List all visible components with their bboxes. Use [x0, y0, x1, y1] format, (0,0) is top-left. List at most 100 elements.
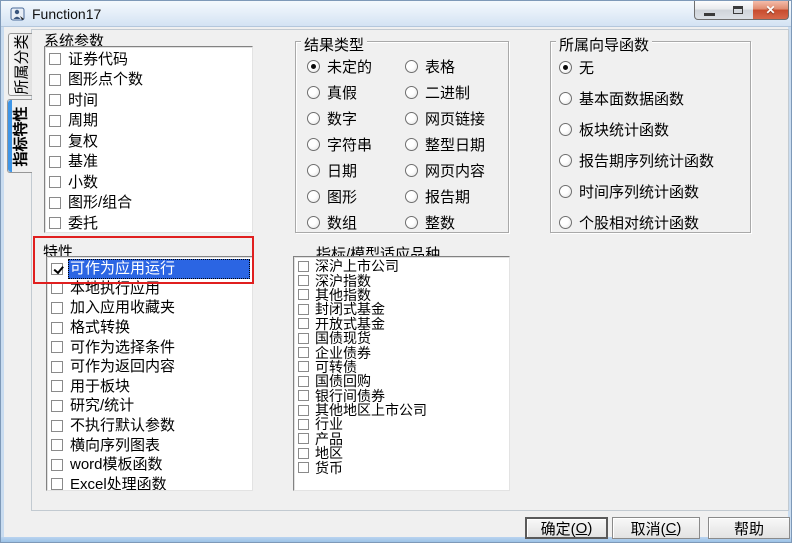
- cancel-button[interactable]: 取消(C): [612, 517, 700, 539]
- checked-checkbox-icon[interactable]: [51, 263, 63, 275]
- checkbox-icon[interactable]: [51, 439, 63, 451]
- radio-icon[interactable]: [405, 138, 418, 151]
- checkbox-icon[interactable]: [49, 197, 61, 209]
- checklist-item[interactable]: 委托: [45, 213, 252, 233]
- checklist-item[interactable]: 可转债: [294, 360, 509, 374]
- radio-option[interactable]: 图形: [307, 183, 372, 209]
- checklist-item[interactable]: 其他指数: [294, 288, 509, 302]
- radio-option[interactable]: 真假: [307, 79, 372, 105]
- checkbox-icon[interactable]: [298, 333, 309, 344]
- checkbox-icon[interactable]: [49, 217, 61, 229]
- checkbox-icon[interactable]: [298, 448, 309, 459]
- radio-icon[interactable]: [405, 190, 418, 203]
- checkbox-icon[interactable]: [298, 304, 309, 315]
- radio-option[interactable]: 网页内容: [405, 157, 485, 183]
- radio-option[interactable]: 表格: [405, 53, 485, 79]
- radio-option[interactable]: 无: [559, 52, 714, 83]
- checkbox-icon[interactable]: [51, 420, 63, 432]
- selected-radio-icon[interactable]: [559, 61, 572, 74]
- radio-icon[interactable]: [307, 86, 320, 99]
- checklist-item[interactable]: 加入应用收藏夹: [47, 298, 252, 318]
- checklist-item[interactable]: 基准: [45, 152, 252, 173]
- checklist-item[interactable]: 横向序列图表: [47, 435, 252, 455]
- checklist-item[interactable]: 复权: [45, 131, 252, 152]
- radio-icon[interactable]: [405, 60, 418, 73]
- radio-icon[interactable]: [405, 164, 418, 177]
- checklist-item[interactable]: 国债回购: [294, 374, 509, 388]
- radio-icon[interactable]: [307, 216, 320, 229]
- radio-option[interactable]: 二进制: [405, 79, 485, 105]
- checklist-item[interactable]: 用于板块: [47, 377, 252, 397]
- radio-icon[interactable]: [405, 216, 418, 229]
- radio-icon[interactable]: [307, 164, 320, 177]
- checklist-item[interactable]: 图形/组合: [45, 193, 252, 214]
- radio-option[interactable]: 板块统计函数: [559, 114, 714, 145]
- radio-icon[interactable]: [307, 138, 320, 151]
- checklist-item[interactable]: 深沪指数: [294, 273, 509, 287]
- checkbox-icon[interactable]: [51, 302, 63, 314]
- checklist-item[interactable]: 可作为应用运行: [47, 259, 252, 279]
- checkbox-icon[interactable]: [49, 53, 61, 65]
- checkbox-icon[interactable]: [298, 347, 309, 358]
- checklist-item[interactable]: 可作为选择条件: [47, 337, 252, 357]
- ok-button[interactable]: 确定(O): [525, 517, 608, 539]
- checkbox-icon[interactable]: [298, 261, 309, 272]
- checkbox-icon[interactable]: [298, 376, 309, 387]
- checklist-item[interactable]: 企业债券: [294, 345, 509, 359]
- checkbox-icon[interactable]: [51, 400, 63, 412]
- checkbox-icon[interactable]: [49, 176, 61, 188]
- checkbox-icon[interactable]: [49, 135, 61, 147]
- checkbox-icon[interactable]: [298, 361, 309, 372]
- radio-icon[interactable]: [559, 185, 572, 198]
- checkbox-icon[interactable]: [298, 318, 309, 329]
- checklist-item[interactable]: 不执行默认参数: [47, 416, 252, 436]
- checkbox-icon[interactable]: [51, 478, 63, 490]
- radio-option[interactable]: 网页链接: [405, 105, 485, 131]
- checkbox-icon[interactable]: [298, 419, 309, 430]
- checkbox-icon[interactable]: [51, 459, 63, 471]
- varieties-list[interactable]: 深沪上市公司深沪指数其他指数封闭式基金开放式基金国债现货企业债券可转债国债回购银…: [293, 256, 510, 491]
- close-button[interactable]: ✕: [753, 1, 789, 20]
- radio-icon[interactable]: [307, 190, 320, 203]
- tab-category[interactable]: 所属分类: [8, 33, 32, 96]
- checklist-item[interactable]: 小数: [45, 172, 252, 193]
- radio-option[interactable]: 个股相对统计函数: [559, 207, 714, 238]
- maximize-button[interactable]: [723, 1, 754, 20]
- checkbox-icon[interactable]: [49, 94, 61, 106]
- radio-option[interactable]: 数组: [307, 209, 372, 235]
- radio-option[interactable]: 基本面数据函数: [559, 83, 714, 114]
- radio-icon[interactable]: [559, 154, 572, 167]
- checkbox-icon[interactable]: [51, 380, 63, 392]
- checklist-item[interactable]: word模板函数: [47, 455, 252, 475]
- help-button[interactable]: 帮助: [708, 517, 790, 539]
- checklist-item[interactable]: 封闭式基金: [294, 302, 509, 316]
- checkbox-icon[interactable]: [49, 74, 61, 86]
- title-bar[interactable]: Function17: [1, 1, 791, 27]
- checkbox-icon[interactable]: [298, 405, 309, 416]
- checklist-item[interactable]: 开放式基金: [294, 317, 509, 331]
- tab-indicator-properties[interactable]: 指标特性: [7, 99, 32, 173]
- radio-option[interactable]: 日期: [307, 157, 372, 183]
- radio-option[interactable]: 未定的: [307, 53, 372, 79]
- checkbox-icon[interactable]: [51, 341, 63, 353]
- checklist-item[interactable]: Excel处理函数: [47, 475, 252, 491]
- checkbox-icon[interactable]: [298, 390, 309, 401]
- radio-option[interactable]: 报告期: [405, 183, 485, 209]
- checkbox-icon[interactable]: [49, 156, 61, 168]
- features-list[interactable]: 可作为应用运行本地执行应用加入应用收藏夹格式转换可作为选择条件可作为返回内容用于…: [46, 256, 253, 491]
- checklist-item[interactable]: 其他地区上市公司: [294, 403, 509, 417]
- checklist-item[interactable]: 证券代码: [45, 49, 252, 70]
- radio-option[interactable]: 整数: [405, 209, 485, 235]
- checklist-item[interactable]: 研究/统计: [47, 396, 252, 416]
- checkbox-icon[interactable]: [51, 361, 63, 373]
- checklist-item[interactable]: 银行间债券: [294, 389, 509, 403]
- radio-icon[interactable]: [559, 123, 572, 136]
- radio-option[interactable]: 整型日期: [405, 131, 485, 157]
- radio-icon[interactable]: [405, 86, 418, 99]
- checklist-item[interactable]: 本地执行应用: [47, 279, 252, 299]
- radio-icon[interactable]: [307, 112, 320, 125]
- checkbox-icon[interactable]: [51, 322, 63, 334]
- selected-radio-icon[interactable]: [307, 60, 320, 73]
- checkbox-icon[interactable]: [298, 462, 309, 473]
- minimize-button[interactable]: [694, 1, 724, 20]
